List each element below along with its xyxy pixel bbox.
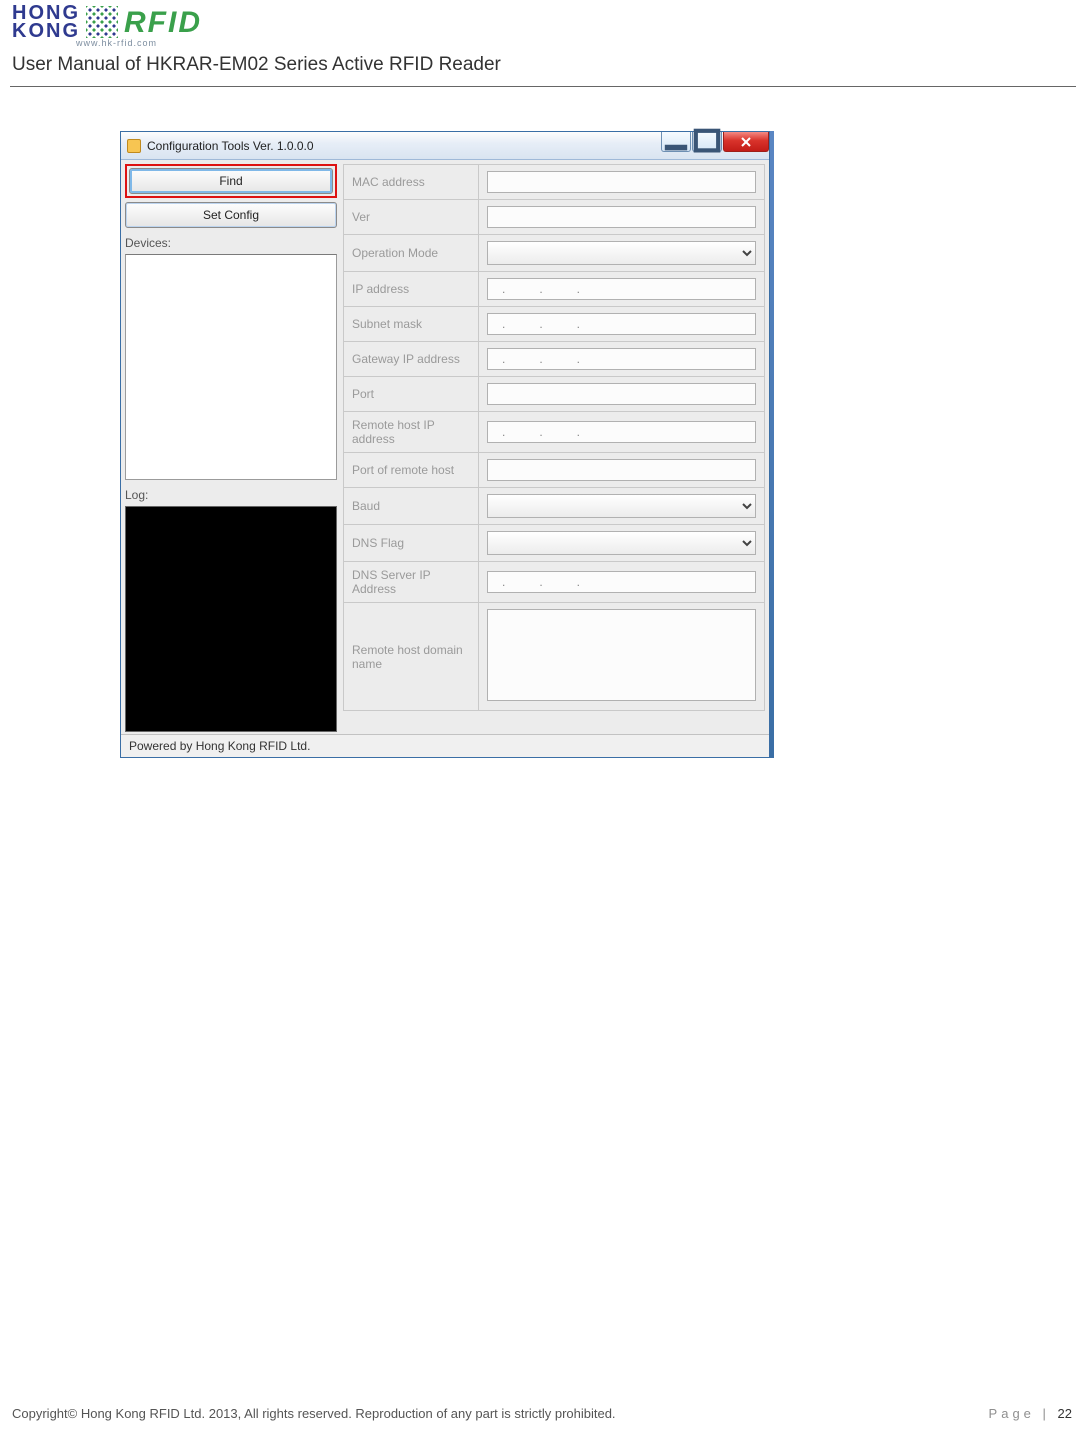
page-number: 22 bbox=[1058, 1406, 1072, 1421]
gateway-field[interactable] bbox=[487, 348, 756, 370]
right-panel: MAC address Ver Operation Mode IP a bbox=[343, 164, 765, 732]
remotedomain-label: Remote host domain name bbox=[344, 603, 479, 711]
header-divider bbox=[10, 86, 1076, 87]
dnsserver-field[interactable] bbox=[487, 571, 756, 593]
logo-hk-line2: KONG bbox=[12, 22, 80, 40]
port-field[interactable] bbox=[487, 383, 756, 405]
remoteip-field[interactable] bbox=[487, 421, 756, 443]
logo-rfid: RFID bbox=[124, 9, 202, 36]
window-controls bbox=[660, 132, 769, 152]
ip-label: IP address bbox=[344, 272, 479, 307]
window-title: Configuration Tools Ver. 1.0.0.0 bbox=[147, 139, 314, 153]
dnsserver-label: DNS Server IP Address bbox=[344, 562, 479, 603]
subnet-field[interactable] bbox=[487, 313, 756, 335]
logo-subtext: www.hk-rfid.com bbox=[76, 38, 1074, 48]
baud-label: Baud bbox=[344, 488, 479, 525]
logo-hk: HONG KONG bbox=[12, 4, 80, 40]
remoteport-field[interactable] bbox=[487, 459, 756, 481]
minimize-button[interactable] bbox=[661, 132, 691, 152]
find-highlight: Find bbox=[125, 164, 337, 198]
document-title: User Manual of HKRAR-EM02 Series Active … bbox=[12, 54, 1074, 76]
log-output[interactable] bbox=[125, 506, 337, 732]
close-button[interactable] bbox=[723, 132, 769, 152]
remoteport-label: Port of remote host bbox=[344, 453, 479, 488]
close-icon bbox=[741, 137, 751, 147]
ver-label: Ver bbox=[344, 200, 479, 235]
minimize-icon bbox=[662, 128, 690, 156]
page-indicator: Page | 22 bbox=[989, 1406, 1072, 1421]
titlebar[interactable]: Configuration Tools Ver. 1.0.0.0 bbox=[121, 132, 769, 160]
left-panel: Find Set Config Devices: Log: bbox=[125, 164, 337, 732]
page-footer: Copyright© Hong Kong RFID Ltd. 2013, All… bbox=[12, 1406, 1072, 1421]
config-window: Configuration Tools Ver. 1.0.0.0 bbox=[120, 131, 770, 758]
logo: HONG KONG RFID bbox=[12, 4, 1074, 40]
gateway-label: Gateway IP address bbox=[344, 342, 479, 377]
port-label: Port bbox=[344, 377, 479, 412]
ver-field[interactable] bbox=[487, 206, 756, 228]
log-label: Log: bbox=[125, 488, 337, 502]
devices-label: Devices: bbox=[125, 236, 337, 250]
remoteip-label: Remote host IP address bbox=[344, 412, 479, 453]
baud-select[interactable] bbox=[487, 494, 756, 518]
set-config-button[interactable]: Set Config bbox=[125, 202, 337, 228]
mac-field[interactable] bbox=[487, 171, 756, 193]
opmode-label: Operation Mode bbox=[344, 235, 479, 272]
subnet-label: Subnet mask bbox=[344, 307, 479, 342]
remotedomain-field[interactable] bbox=[487, 609, 756, 701]
dnsflag-label: DNS Flag bbox=[344, 525, 479, 562]
statusbar: Powered by Hong Kong RFID Ltd. bbox=[121, 734, 769, 757]
page-header: HONG KONG RFID www.hk-rfid.com User Manu… bbox=[0, 0, 1086, 76]
find-button[interactable]: Find bbox=[129, 168, 333, 194]
mac-label: MAC address bbox=[344, 165, 479, 200]
maximize-button[interactable] bbox=[692, 132, 722, 152]
page-word: Page bbox=[989, 1406, 1035, 1421]
devices-list[interactable] bbox=[125, 254, 337, 480]
page-sep: | bbox=[1035, 1406, 1058, 1421]
ip-field[interactable] bbox=[487, 278, 756, 300]
maximize-icon bbox=[693, 128, 721, 156]
logo-dots-icon bbox=[86, 6, 118, 38]
app-icon bbox=[127, 139, 141, 153]
opmode-select[interactable] bbox=[487, 241, 756, 265]
window-frame-right bbox=[770, 131, 774, 758]
copyright: Copyright© Hong Kong RFID Ltd. 2013, All… bbox=[12, 1406, 616, 1421]
dnsflag-select[interactable] bbox=[487, 531, 756, 555]
